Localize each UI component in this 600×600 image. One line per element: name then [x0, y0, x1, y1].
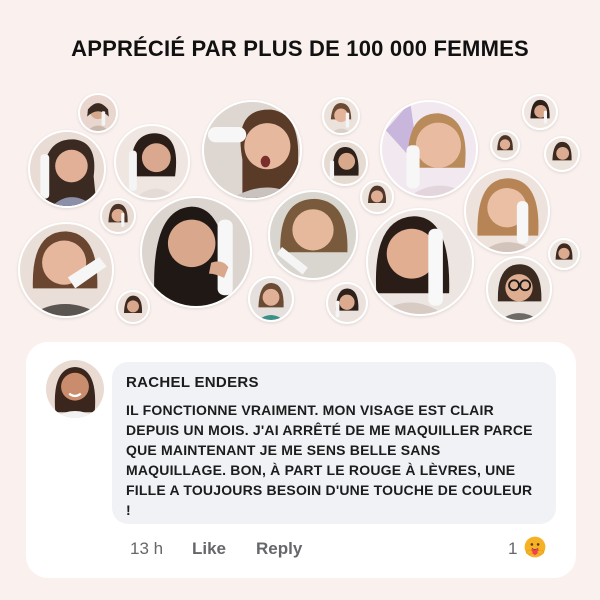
reply-button[interactable]: Reply [256, 539, 302, 559]
comment-timestamp[interactable]: 13 h [130, 539, 163, 559]
customer-photo [268, 190, 358, 280]
customer-photo [326, 282, 368, 324]
customer-photo [380, 100, 478, 198]
customer-photo [490, 130, 520, 160]
customer-photo [548, 238, 580, 270]
comment-card: RACHEL ENDERS IL FONCTIONNE VRAIMENT. MO… [26, 342, 576, 578]
customer-photo [18, 222, 114, 318]
customer-photo [322, 140, 368, 186]
customer-photo [116, 290, 150, 324]
customer-photo [78, 93, 118, 133]
reaction-count[interactable]: 1 [508, 539, 517, 559]
customer-photo [544, 136, 580, 172]
customer-photo [248, 276, 294, 322]
customer-photo [140, 196, 252, 308]
comment-text: IL FONCTIONNE VRAIMENT. MON VISAGE EST C… [126, 402, 533, 518]
customer-photo [322, 97, 360, 135]
avatar[interactable] [46, 360, 104, 418]
customer-photo [360, 180, 394, 214]
headline: APPRÉCIÉ PAR PLUS DE 100 000 FEMMES [71, 36, 529, 61]
like-button[interactable]: Like [192, 539, 226, 559]
comment-author[interactable]: RACHEL ENDERS [126, 374, 259, 391]
customer-photo [114, 124, 190, 200]
customer-photo [202, 100, 302, 200]
comment-bubble: RACHEL ENDERS IL FONCTIONNE VRAIMENT. MO… [112, 362, 556, 524]
customer-photo [464, 168, 550, 254]
customer-photo [366, 208, 474, 316]
customer-photo [28, 130, 106, 208]
customer-photo [486, 256, 552, 322]
customer-photo [522, 94, 558, 130]
customer-photo [100, 198, 136, 234]
care-reaction-icon[interactable] [522, 534, 548, 560]
